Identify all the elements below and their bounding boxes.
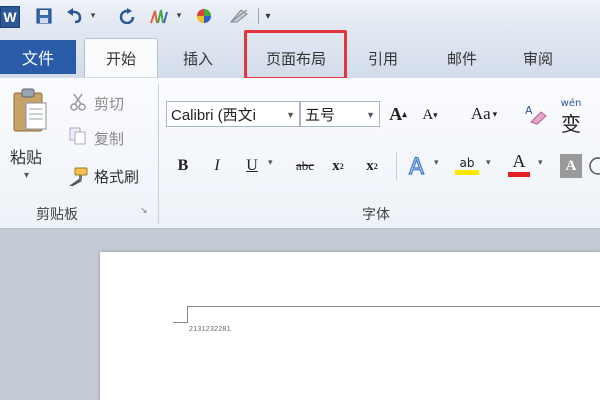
- subscript-button[interactable]: x2: [326, 154, 350, 178]
- highlight-swatch: [455, 169, 479, 175]
- customize-toolbar-icon[interactable]: ▾: [262, 6, 274, 26]
- tab-mailings[interactable]: 邮件: [432, 44, 492, 72]
- highlight-dropdown-icon[interactable]: ▾: [486, 158, 491, 168]
- text-effects-icon[interactable]: A: [406, 152, 432, 180]
- font-name-select[interactable]: Calibri (西文i ▼: [166, 101, 300, 127]
- color-icon[interactable]: [194, 6, 214, 26]
- enclose-characters-icon[interactable]: [588, 154, 600, 178]
- svg-text:A: A: [525, 104, 533, 117]
- clear-formatting-icon[interactable]: A: [522, 100, 550, 128]
- superscript-label: x: [366, 157, 374, 174]
- tab-review[interactable]: 审阅: [508, 44, 568, 72]
- margin-corner-line: [187, 306, 188, 323]
- superscript-button[interactable]: x2: [360, 154, 384, 178]
- shrink-font-button[interactable]: A ▾: [418, 102, 442, 128]
- text-effects-dropdown-icon[interactable]: ▾: [434, 158, 439, 168]
- highlight-color-button[interactable]: ab: [452, 150, 482, 180]
- tab-insert[interactable]: 插入: [168, 44, 228, 72]
- font-size-value: 五号: [305, 106, 336, 124]
- header-boundary-line: [187, 306, 600, 307]
- save-icon[interactable]: [34, 6, 54, 26]
- tab-home[interactable]: 开始: [84, 38, 158, 77]
- clipboard-launcher-icon[interactable]: ↘: [140, 206, 148, 216]
- change-case-label: Aa: [470, 104, 491, 123]
- cut-icon[interactable]: [68, 92, 88, 112]
- paste-button[interactable]: 粘贴: [10, 144, 42, 168]
- paste-icon[interactable]: [8, 86, 52, 136]
- font-color-label: A: [512, 151, 526, 171]
- font-group-label: 字体: [362, 207, 390, 223]
- svg-text:A: A: [409, 155, 424, 179]
- highlight-box: [244, 30, 347, 80]
- cut-button[interactable]: 剪切: [94, 93, 124, 114]
- bold-button[interactable]: B: [172, 154, 194, 178]
- format-painter-brush-icon[interactable]: [66, 166, 90, 188]
- italic-button[interactable]: I: [206, 154, 228, 178]
- character-shading-button[interactable]: A: [560, 154, 582, 178]
- word-logo-icon: W: [0, 6, 20, 28]
- phonetic-guide-label: 变: [561, 112, 581, 136]
- grow-font-label: A: [389, 103, 403, 124]
- strikethrough-button[interactable]: abc: [290, 154, 320, 178]
- undo-icon[interactable]: [64, 6, 86, 26]
- tab-references[interactable]: 引用: [358, 44, 408, 72]
- document-page[interactable]: [100, 252, 600, 400]
- format-painter-icon[interactable]: [146, 6, 172, 26]
- change-case-button[interactable]: Aa ▾: [462, 100, 506, 128]
- shrink-font-label: A: [422, 106, 434, 123]
- chevron-down-icon: ▼: [366, 110, 375, 120]
- highlight-label: ab: [459, 155, 475, 170]
- chevron-down-icon: ▼: [286, 110, 295, 120]
- grow-font-button[interactable]: A ▴: [386, 100, 410, 128]
- font-color-swatch: [508, 172, 530, 177]
- paste-dropdown-icon[interactable]: ▾: [24, 170, 29, 181]
- redo-icon[interactable]: [116, 6, 138, 26]
- subscript-label: x: [332, 157, 340, 174]
- font-row-separator: [396, 152, 397, 180]
- clipboard-group-label: 剪贴板: [36, 207, 78, 223]
- underline-button[interactable]: U: [240, 154, 264, 178]
- copy-button[interactable]: 复制: [94, 128, 124, 149]
- copy-icon[interactable]: [68, 126, 88, 146]
- phonetic-guide-icon[interactable]: wén 变: [556, 98, 586, 136]
- font-color-dropdown-icon[interactable]: ▾: [538, 158, 543, 168]
- undo-dropdown-icon[interactable]: ▾: [88, 6, 98, 26]
- tab-file[interactable]: 文件: [0, 40, 76, 74]
- underline-dropdown-icon[interactable]: ▾: [268, 158, 273, 168]
- format-painter-button[interactable]: 格式刷: [94, 166, 139, 187]
- group-separator: [158, 84, 159, 224]
- clear-format-icon[interactable]: [228, 6, 250, 26]
- margin-corner-line: [173, 322, 187, 323]
- font-size-select[interactable]: 五号 ▼: [300, 101, 380, 127]
- toolbar-separator: [258, 8, 259, 24]
- dropdown-icon[interactable]: ▾: [174, 6, 184, 26]
- document-text[interactable]: 2131232281: [189, 326, 231, 333]
- font-color-button[interactable]: A: [506, 148, 532, 180]
- font-name-value: Calibri (西文i: [171, 106, 257, 124]
